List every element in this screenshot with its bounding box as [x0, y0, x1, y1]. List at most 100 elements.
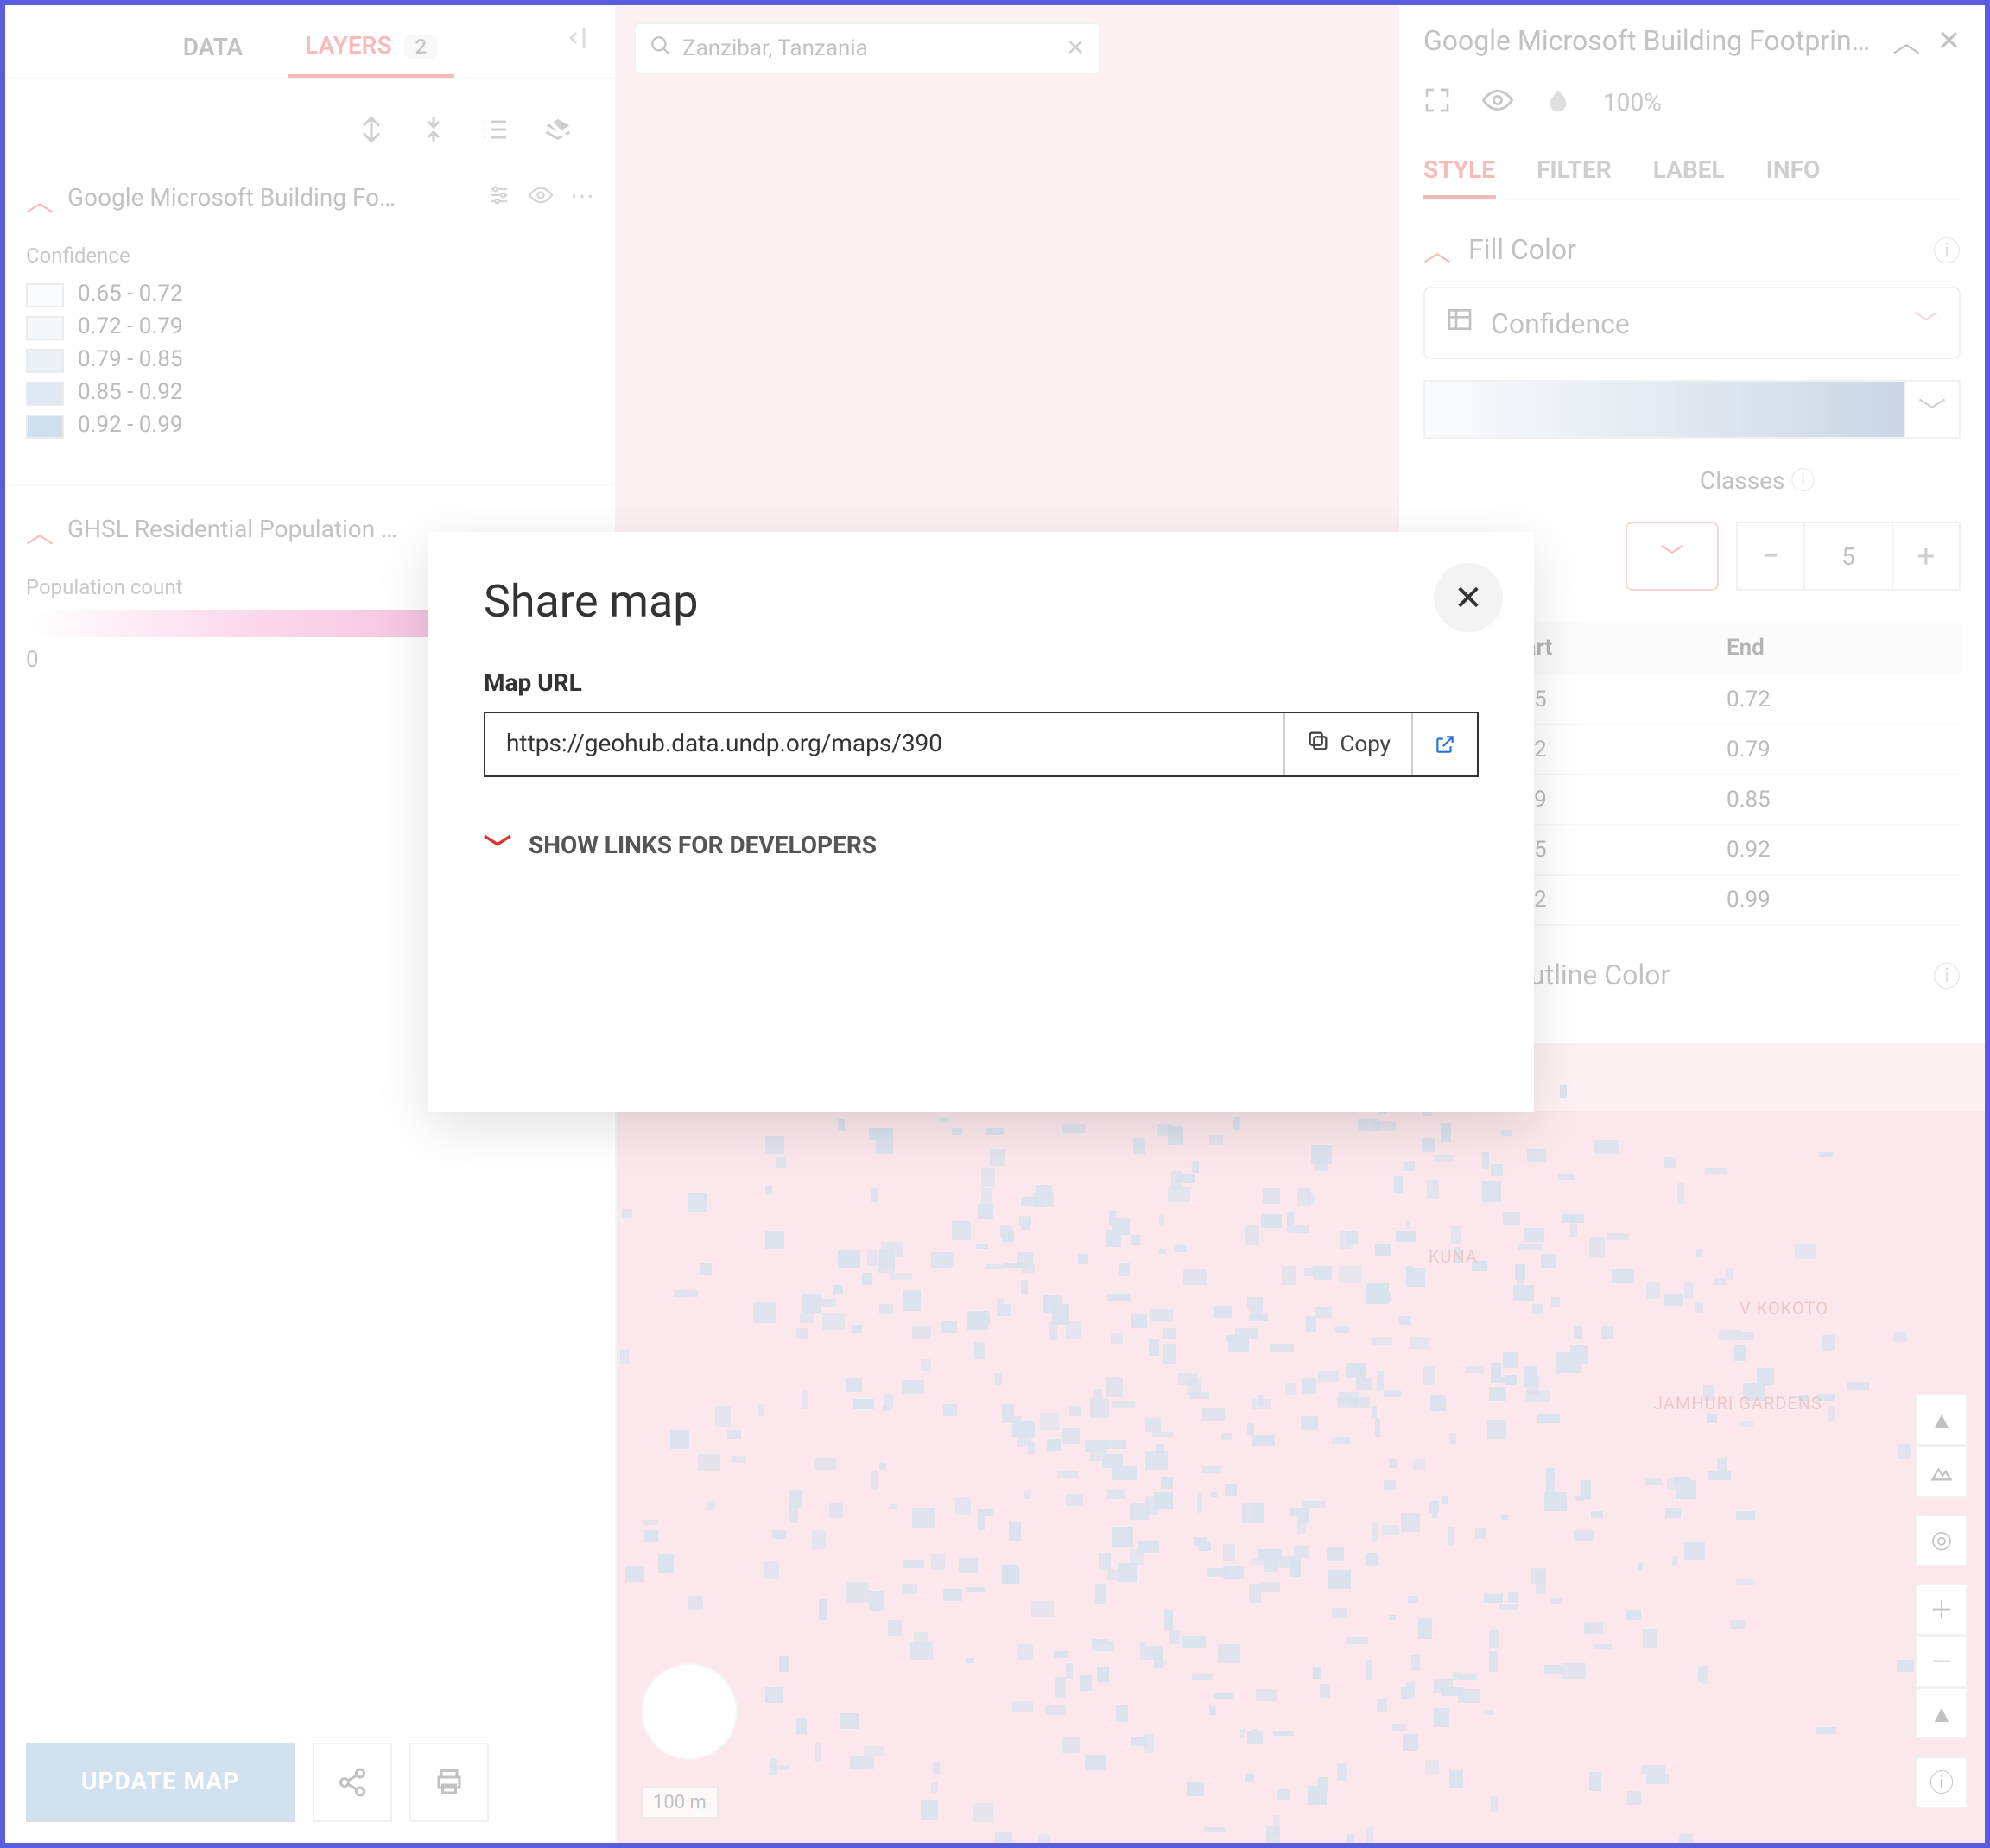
layer1-title[interactable]: Google Microsoft Building Fo…	[67, 185, 473, 212]
copy-url-button[interactable]: Copy	[1283, 713, 1411, 775]
chevron-down-icon: ﹀	[484, 826, 511, 867]
legend-row: 0.72 - 0.79	[26, 311, 594, 344]
style-panel-title: Google Microsoft Building Footprin…	[1423, 23, 1875, 56]
tab-info[interactable]: INFO	[1766, 147, 1821, 199]
tab-data[interactable]: DATA	[166, 21, 261, 76]
info-icon[interactable]: ⓘ	[1790, 468, 1815, 496]
tab-label[interactable]: LABEL	[1653, 147, 1725, 199]
place-label: JAMHURI GARDENS	[1653, 1395, 1822, 1414]
end-value[interactable]: 0.99	[1727, 887, 1950, 913]
classes-minus-button[interactable]: −	[1736, 522, 1805, 591]
info-icon[interactable]: ⓘ	[1933, 953, 1961, 995]
attribute-select[interactable]: Confidence ﹀	[1423, 287, 1961, 359]
classes-stepper: − 5 +	[1736, 522, 1961, 591]
legend-label: 0.72 - 0.79	[78, 314, 182, 340]
opacity-value: 100%	[1603, 90, 1662, 117]
close-modal-button[interactable]: ✕	[1434, 563, 1503, 632]
update-map-button[interactable]: UPDATE MAP	[26, 1743, 295, 1822]
legend-label: 0.85 - 0.92	[78, 380, 182, 406]
end-value[interactable]: 0.79	[1727, 737, 1950, 763]
list-icon[interactable]	[480, 114, 511, 154]
table-icon	[1446, 306, 1473, 340]
legend-row: 0.92 - 0.99	[26, 409, 594, 442]
start-value[interactable]: 0.85	[1503, 837, 1727, 863]
fit-extent-icon[interactable]	[1423, 86, 1451, 121]
collapse-vertical-icon[interactable]	[418, 114, 449, 154]
ramp-dropdown[interactable]: ﹀	[1905, 380, 1961, 439]
share-button[interactable]	[312, 1743, 391, 1822]
chevron-up-icon[interactable]: ︿	[26, 509, 54, 551]
terrain-icon[interactable]	[1916, 1446, 1968, 1497]
clear-search-icon[interactable]: ✕	[1066, 35, 1085, 61]
chevron-up-icon[interactable]: ︿	[1423, 228, 1451, 269]
attribute-value: Confidence	[1491, 307, 1630, 339]
zoom-in-button[interactable]: ＋	[1916, 1584, 1968, 1636]
open-url-button[interactable]	[1411, 713, 1477, 775]
classes-plus-button[interactable]: +	[1892, 522, 1961, 591]
map-url-label: Map URL	[484, 670, 1479, 698]
end-value[interactable]: 0.72	[1727, 687, 1950, 712]
map-search: Zanzibar, Tanzania ✕	[634, 22, 1100, 74]
col-end: End	[1727, 636, 1950, 661]
search-value[interactable]: Zanzibar, Tanzania	[682, 35, 868, 61]
start-value[interactable]: 0.79	[1503, 787, 1727, 813]
info-icon[interactable]: ⓘ	[1933, 228, 1961, 269]
expand-vertical-icon[interactable]	[356, 114, 387, 154]
legend-row: 0.85 - 0.92	[26, 377, 594, 409]
start-value[interactable]: 0.92	[1503, 887, 1727, 913]
share-modal: ✕ Share map Map URL Copy ﹀ SHOW LINKS FO…	[428, 532, 1534, 1112]
swatch	[26, 282, 64, 307]
print-button[interactable]	[409, 1743, 488, 1822]
end-value[interactable]: 0.85	[1727, 787, 1950, 813]
layer-tools	[5, 79, 615, 171]
locate-icon[interactable]: ◎	[1916, 1515, 1968, 1566]
scale-bar: 100 m	[641, 1786, 719, 1819]
tab-filter[interactable]: FILTER	[1537, 147, 1612, 199]
legend1: 0.65 - 0.72 0.72 - 0.79 0.79 - 0.85 0.85 - …	[26, 278, 594, 442]
left-tabs: DATA LAYERS 2	[5, 5, 615, 79]
reset-north-button[interactable]: ▲	[1916, 1687, 1968, 1739]
tab-style[interactable]: STYLE	[1423, 147, 1495, 199]
tab-layers[interactable]: LAYERS 2	[288, 19, 454, 78]
swatch	[26, 381, 64, 405]
end-value[interactable]: 0.92	[1727, 837, 1950, 863]
eye-icon[interactable]	[529, 183, 553, 214]
layer-style-icon[interactable]: ▲	[1916, 1394, 1968, 1446]
layer-block-1: ︿ Google Microsoft Building Fo… ⋯ Confid…	[5, 171, 615, 466]
color-ramp[interactable]	[1423, 380, 1905, 439]
hide-all-icon[interactable]	[542, 114, 574, 154]
zoom-out-button[interactable]: －	[1916, 1636, 1968, 1687]
chevron-up-icon[interactable]: ︿	[26, 178, 54, 219]
start-value[interactable]: 0.72	[1503, 737, 1727, 763]
show-dev-links-toggle[interactable]: ﹀ SHOW LINKS FOR DEVELOPERS	[484, 826, 1479, 867]
search-icon	[650, 34, 672, 63]
classes-label: Classes ⓘ	[1423, 463, 1815, 497]
more-icon[interactable]: ⋯	[570, 183, 594, 214]
start-value[interactable]: 0.65	[1503, 687, 1727, 712]
swatch	[26, 348, 64, 372]
compass[interactable]	[641, 1663, 738, 1760]
eye-icon[interactable]	[1482, 85, 1513, 123]
legend-label: 0.79 - 0.85	[78, 347, 182, 373]
opacity-icon[interactable]	[1544, 86, 1572, 121]
left-bottom-bar: UPDATE MAP	[26, 1743, 488, 1822]
map-controls: ▲ ◎ ＋ － ▲ ⓘ	[1916, 1377, 1968, 1808]
map-url-input[interactable]	[485, 713, 1283, 775]
url-row: Copy	[484, 712, 1479, 777]
sliders-icon[interactable]	[487, 183, 511, 214]
tab-layers-label: LAYERS	[305, 33, 391, 60]
legend-row: 0.65 - 0.72	[26, 278, 594, 311]
close-style-icon[interactable]: ✕	[1937, 23, 1961, 56]
legend-row: 0.79 - 0.85	[26, 344, 594, 377]
collapse-style-icon[interactable]: ︿	[1892, 19, 1920, 60]
collapse-panel-icon[interactable]	[563, 22, 594, 62]
legend-label: 0.65 - 0.72	[78, 282, 182, 307]
classification-method-dropdown[interactable]: ﹀	[1626, 522, 1719, 591]
legend1-title: Confidence	[26, 244, 594, 268]
classes-value: 5	[1805, 522, 1892, 591]
swatch	[26, 414, 64, 438]
copy-icon	[1305, 729, 1329, 760]
col-start: Start	[1503, 636, 1727, 661]
attribution-icon[interactable]: ⓘ	[1916, 1756, 1968, 1808]
swatch	[26, 315, 64, 339]
